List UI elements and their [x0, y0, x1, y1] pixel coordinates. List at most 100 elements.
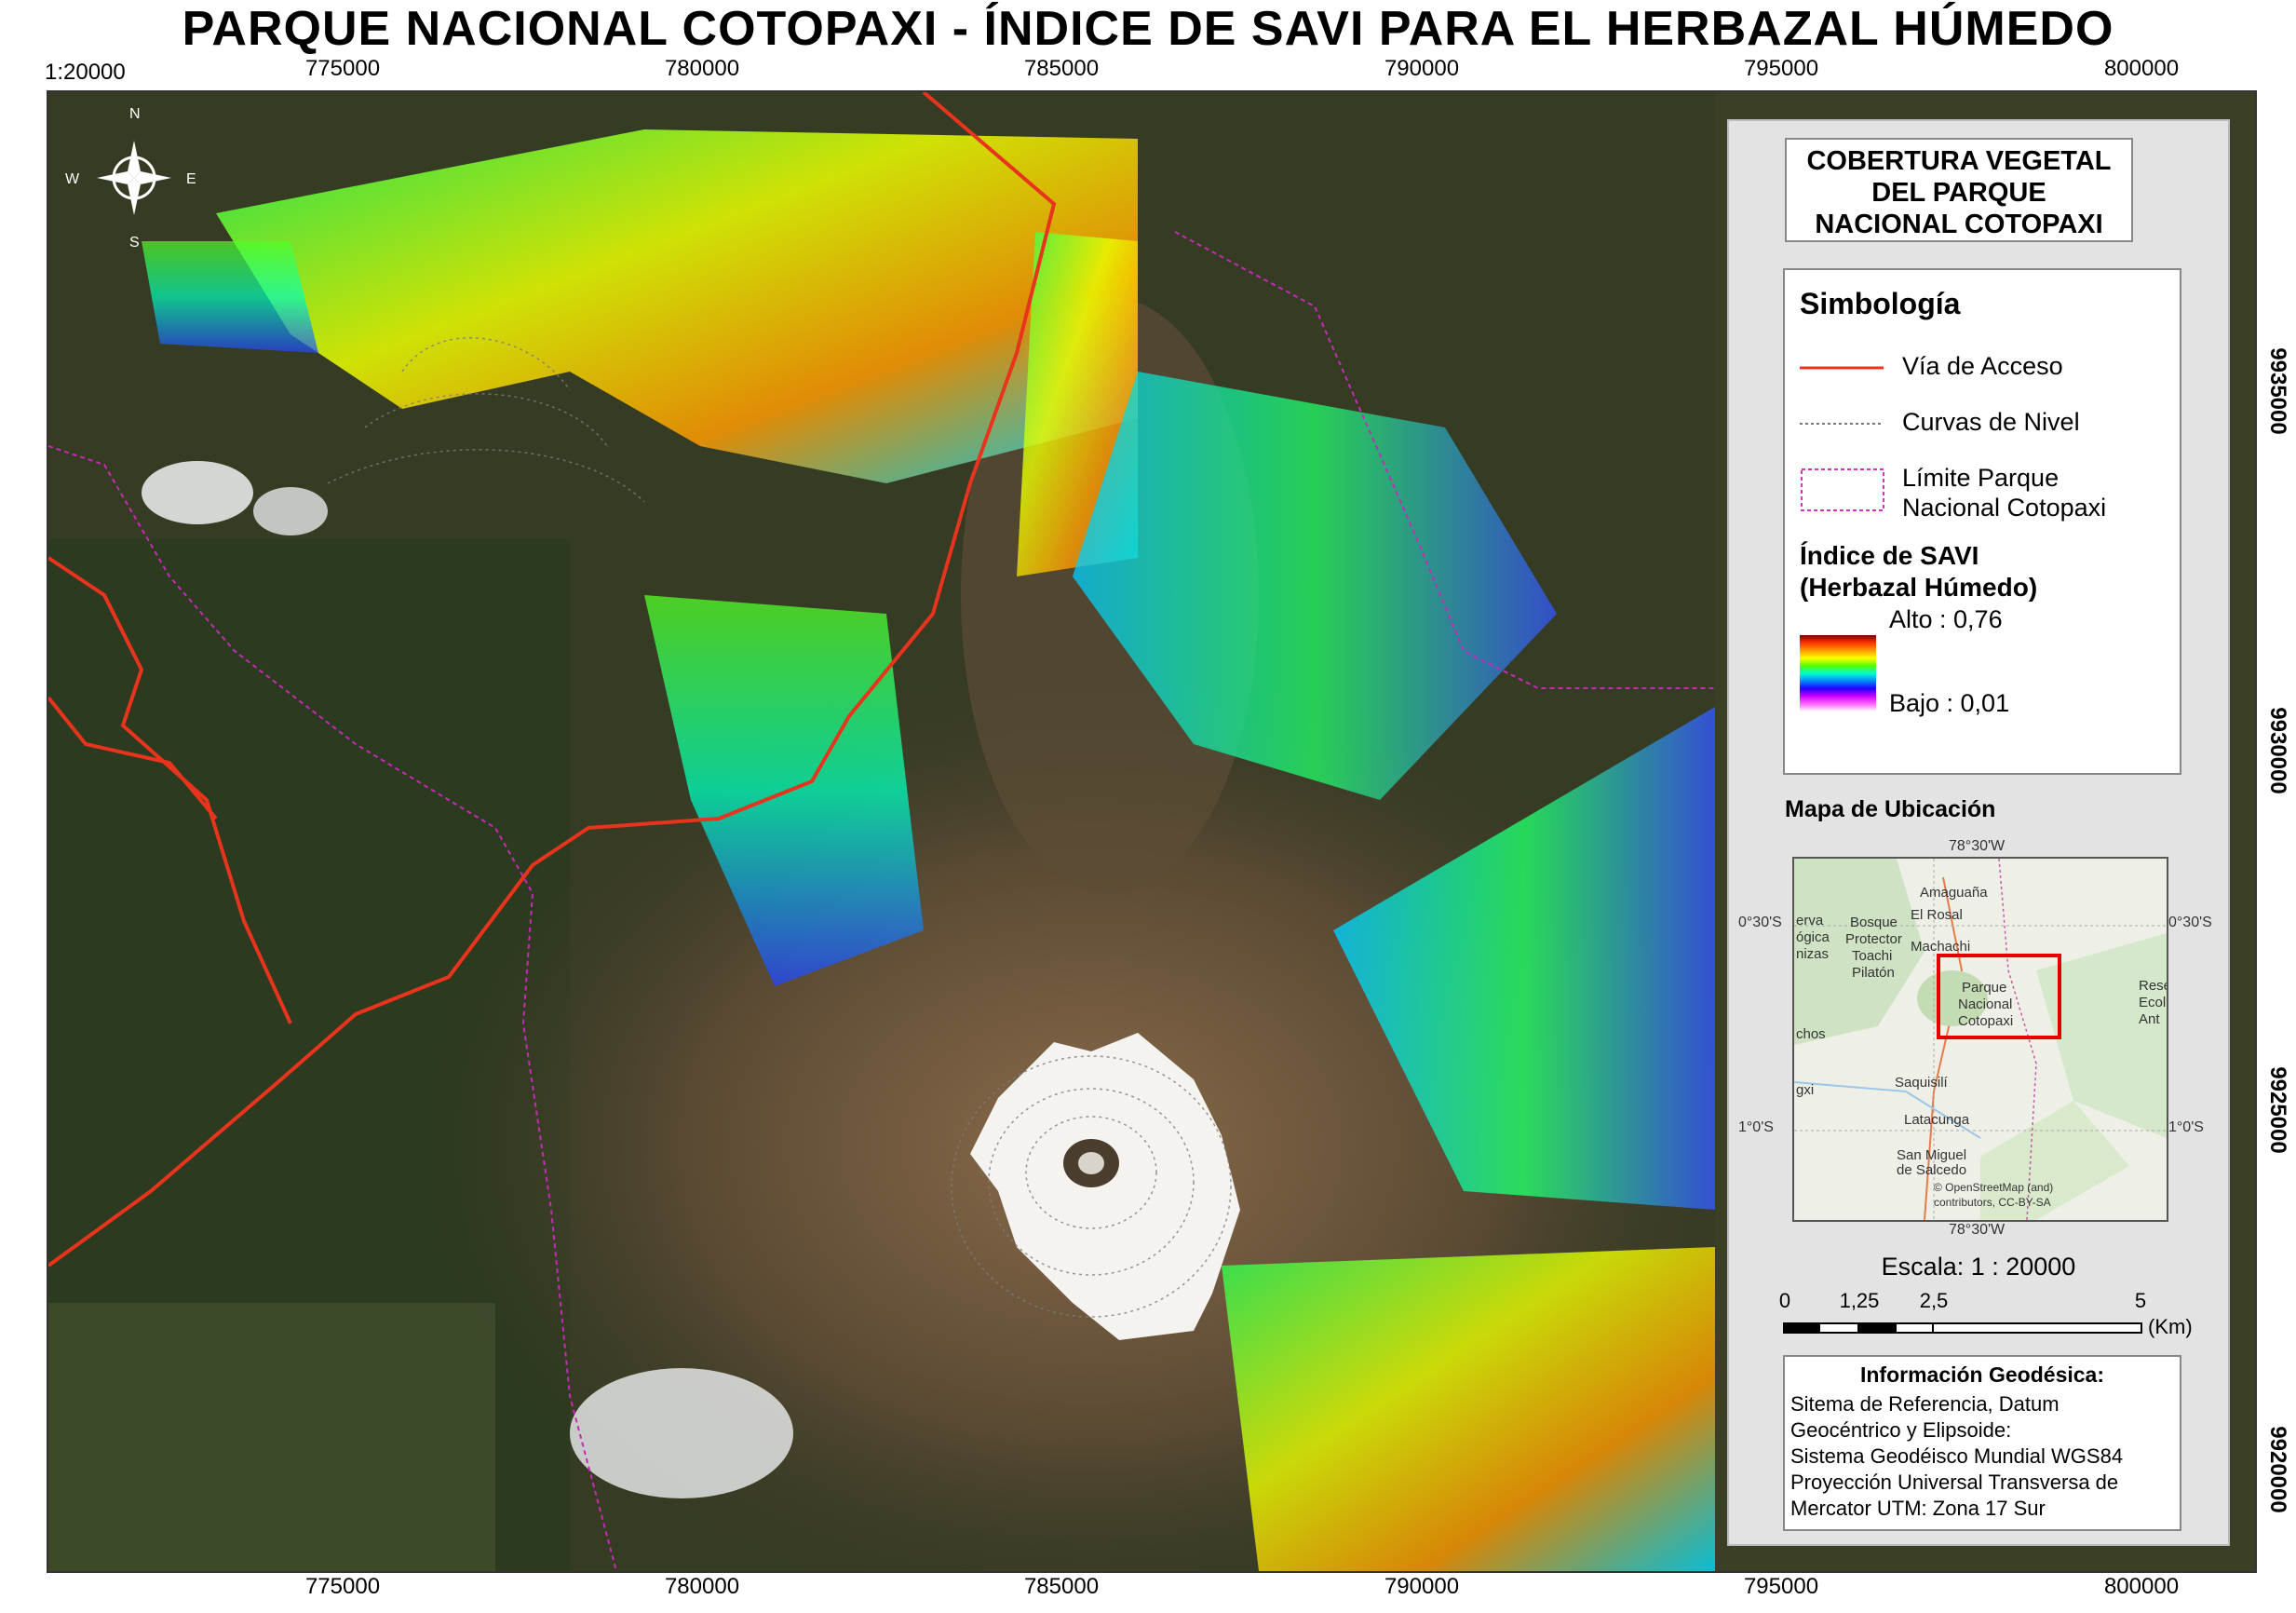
- inset-label: Protector: [1845, 931, 1902, 947]
- geodesic-line: Sitema de Referencia, Datum: [1790, 1392, 2060, 1416]
- inset-label: Pilatón: [1852, 965, 1895, 981]
- inset-label: Bosque: [1850, 915, 1898, 930]
- inset-label: Amaguaña: [1920, 885, 1988, 901]
- geodesic-info-box: Información Geodésica: Sitema de Referen…: [1783, 1355, 2181, 1531]
- inset-lon-bottom: 78°30'W: [1949, 1222, 2006, 1238]
- inset-label: de Salcedo: [1897, 1162, 1967, 1178]
- inset-label: Toachi: [1852, 948, 1893, 964]
- symbology-title: Simbología: [1800, 287, 1961, 320]
- inset-lat-right-1: 0°30'S: [2168, 915, 2212, 930]
- x-tick-bottom: 785000: [1023, 1574, 1100, 1599]
- inset-label: Saquisilí: [1895, 1075, 1948, 1091]
- scale-bar-label: 5: [2134, 1289, 2147, 1312]
- scale-bar-label: 1,25: [1839, 1289, 1880, 1312]
- inset-label: Parque: [1962, 980, 2007, 996]
- map-title: PARQUE NACIONAL COTOPAXI - ÍNDICE DE SAV…: [182, 2, 2114, 56]
- savi-patch-south: [1222, 1247, 1715, 1571]
- savi-color-ramp: [1800, 635, 1876, 712]
- inset-label: erva: [1796, 913, 1824, 928]
- scale-bar-segment: [1895, 1322, 1934, 1334]
- inset-map-graphic: [1794, 859, 2167, 1220]
- symbology-box: Simbología Vía de Acceso Curvas de Nivel…: [1783, 268, 2181, 775]
- compass-n: N: [129, 106, 141, 122]
- inset-lon-top: 78°30'W: [1949, 838, 2006, 854]
- inset-label: gxi: [1796, 1082, 1815, 1098]
- inset-attribution: contributors, CC-BY-SA: [1934, 1196, 2051, 1209]
- inset-lat-left-2: 1°0'S: [1738, 1119, 1774, 1135]
- road-line-icon: [1800, 366, 1884, 370]
- boundary-box-icon: [1801, 468, 1884, 511]
- coverage-title-line: DEL PARQUE: [1871, 178, 2046, 208]
- crater-inner: [1078, 1152, 1104, 1174]
- legend-panel: COBERTURA VEGETAL DEL PARQUE NACIONAL CO…: [1727, 119, 2230, 1546]
- geodesic-line: Mercator UTM: Zona 17 Sur: [1790, 1497, 2046, 1520]
- geodesic-line: Proyección Universal Transversa de: [1790, 1471, 2119, 1494]
- x-tick-top: 790000: [1384, 56, 1460, 81]
- scale-bar-label: 2,5: [1919, 1289, 1949, 1312]
- coverage-title-line: NACIONAL COTOPAXI: [1815, 210, 2103, 239]
- scale-bar-segment: [1932, 1322, 2142, 1334]
- scale-bar-segment: [1783, 1322, 1820, 1334]
- inset-label: Machachi: [1911, 939, 1971, 955]
- farmland: [48, 1303, 495, 1571]
- inset-label: Ant: [2139, 1011, 2160, 1027]
- x-tick-top: 780000: [664, 56, 740, 81]
- inset-label: chos: [1796, 1026, 1826, 1042]
- legend-boundary-label-2: Nacional Cotopaxi: [1902, 494, 2107, 522]
- inset-lat-right-2: 1°0'S: [2168, 1119, 2204, 1135]
- inset-label: Latacunga: [1904, 1112, 1970, 1128]
- geodesic-title: Información Geodésica:: [1859, 1362, 2104, 1387]
- inset-attribution: © OpenStreetMap (and): [1934, 1181, 2054, 1194]
- inset-label: ógica: [1796, 929, 1830, 945]
- y-tick-right: 9930000: [2265, 707, 2290, 794]
- x-tick-bottom: 800000: [2103, 1574, 2180, 1599]
- location-inset-map[interactable]: Amaguaña El Rosal Machachi Bosque Protec…: [1792, 857, 2168, 1222]
- legend-contour-label: Curvas de Nivel: [1902, 408, 2080, 436]
- geodesic-line: Geocéntrico y Elipsoide:: [1790, 1418, 2012, 1442]
- coverage-title-box: COBERTURA VEGETAL DEL PARQUE NACIONAL CO…: [1785, 138, 2133, 242]
- scale-bar-segment: [1857, 1322, 1897, 1334]
- y-tick-right: 9925000: [2265, 1066, 2290, 1154]
- cloud: [570, 1368, 793, 1498]
- inset-lat-left-1: 0°30'S: [1738, 915, 1782, 930]
- location-map-title: Mapa de Ubicación: [1785, 796, 1996, 822]
- cloud: [253, 487, 328, 535]
- savi-low-label: Bajo : 0,01: [1889, 689, 2010, 717]
- contour-line-icon: [1800, 423, 1884, 425]
- x-tick-bottom: 780000: [664, 1574, 740, 1599]
- savi-patch-nw: [142, 241, 318, 353]
- scale-text: Escala: 1 : 20000: [1881, 1253, 2076, 1281]
- legend-boundary-label: Límite Parque: [1902, 464, 2060, 492]
- cloud: [142, 461, 253, 524]
- legend-road-label: Vía de Acceso: [1902, 352, 2063, 380]
- inset-label: San Miguel: [1897, 1147, 1967, 1163]
- x-tick-bottom: 790000: [1384, 1574, 1460, 1599]
- y-tick-right: 9935000: [2265, 347, 2290, 435]
- savi-title-line: (Herbazal Húmedo): [1800, 573, 2038, 602]
- scale-bar-label: 0: [1778, 1289, 1791, 1312]
- compass-e: E: [186, 171, 196, 187]
- coverage-title-line: COBERTURA VEGETAL: [1806, 146, 2112, 176]
- inset-label: Cotopaxi: [1958, 1013, 2014, 1029]
- inset-label: nizas: [1796, 946, 1830, 962]
- savi-high-label: Alto : 0,76: [1889, 605, 2003, 633]
- x-tick-bottom: 775000: [304, 1574, 381, 1599]
- geodesic-line: Sistema Geodéisco Mundial WGS84: [1790, 1444, 2124, 1468]
- compass-w: W: [65, 171, 80, 187]
- scale-label-top: 1:20000: [45, 60, 126, 85]
- inset-label: Ecol: [2139, 995, 2167, 1010]
- x-tick-top: 795000: [1743, 56, 1819, 81]
- x-tick-bottom: 795000: [1743, 1574, 1819, 1599]
- y-tick-right: 9920000: [2265, 1426, 2290, 1513]
- x-tick-top: 800000: [2103, 56, 2180, 81]
- inset-label: Rese: [2139, 978, 2168, 994]
- savi-title-line: Índice de SAVI: [1800, 541, 1979, 570]
- savi-title: Índice de SAVI (Herbazal Húmedo): [1800, 540, 2037, 603]
- scale-bar-segment: [1818, 1322, 1859, 1334]
- inset-label: Nacional: [1958, 996, 2013, 1012]
- inset-label: El Rosal: [1911, 907, 1963, 923]
- compass-s: S: [129, 235, 140, 251]
- x-tick-top: 775000: [304, 56, 381, 81]
- scale-bar-unit: (Km): [2148, 1315, 2193, 1338]
- x-tick-top: 785000: [1023, 56, 1100, 81]
